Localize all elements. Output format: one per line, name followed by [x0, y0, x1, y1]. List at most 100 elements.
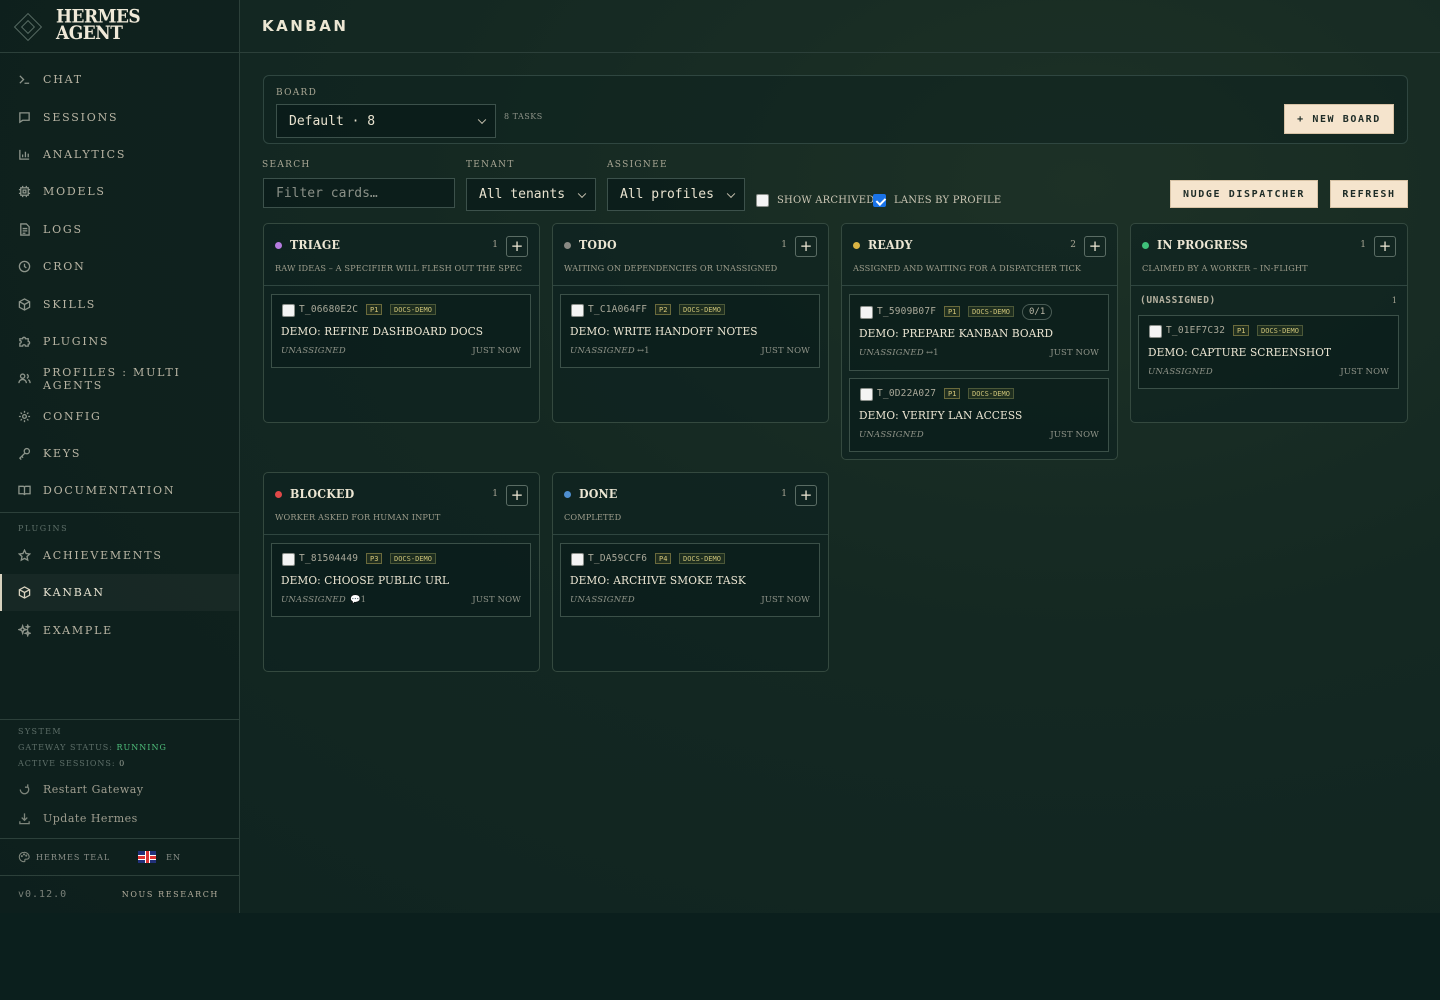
column-title: READY [868, 238, 913, 252]
kanban-card[interactable]: T_DA59CCF6 P4 DOCS-DEMO DEMO: ARCHIVE SM… [560, 543, 820, 617]
active-sessions: ACTIVE SESSIONS: 0 [0, 756, 239, 772]
board-panel: BOARD Default · 8 8 TASKS + NEW BOARD [263, 75, 1408, 144]
nav-kanban[interactable]: KANBAN [0, 574, 239, 612]
kanban-card[interactable]: T_01EF7C32 P1 DOCS-DEMO DEMO: CAPTURE SC… [1138, 315, 1399, 389]
nav-models[interactable]: MODELS [0, 173, 239, 210]
nav-label: ANALYTICS [43, 147, 127, 161]
card-checkbox[interactable] [860, 306, 873, 319]
add-card-button[interactable]: + [506, 236, 528, 257]
column-done: DONE 1 + COMPLETED T_DA59CCF6 P4 DOCS-DE… [552, 472, 829, 672]
add-card-button[interactable]: + [795, 236, 817, 257]
priority-badge: P4 [655, 553, 672, 564]
nav-skills[interactable]: SKILLS [0, 285, 239, 322]
dependency-count: ↔1 [926, 348, 939, 358]
card-time: JUST NOW [1050, 430, 1099, 440]
new-board-button[interactable]: + NEW BOARD [1284, 104, 1394, 134]
nav-label: CONFIG [43, 409, 102, 423]
kanban-card[interactable]: T_06680E2C P1 DOCS-DEMO DEMO: REFINE DAS… [271, 294, 531, 368]
theme-selector[interactable]: HERMES TEAL [36, 853, 110, 862]
add-card-button[interactable]: + [1084, 236, 1106, 257]
update-hermes-label: Update Hermes [43, 812, 138, 825]
gear-icon [18, 410, 31, 423]
priority-badge: P1 [944, 306, 961, 317]
card-checkbox[interactable] [860, 388, 873, 401]
brand[interactable]: HERMES AGENT [0, 0, 239, 53]
nav-label: SKILLS [43, 297, 97, 311]
card-time: JUST NOW [1050, 348, 1099, 358]
card-checkbox[interactable] [571, 553, 584, 566]
show-archived-checkbox[interactable] [756, 194, 769, 207]
nav-analytics[interactable]: ANALYTICS [0, 136, 239, 173]
card-time: JUST NOW [761, 595, 810, 605]
priority-badge: P1 [944, 388, 961, 399]
nav-keys[interactable]: KEYS [0, 435, 239, 472]
tenant-select[interactable]: All tenants [466, 178, 596, 211]
card-title: DEMO: CAPTURE SCREENSHOT [1148, 345, 1332, 359]
tenant-select-value: All tenants [479, 187, 566, 202]
column-title: TRIAGE [290, 238, 341, 252]
restart-gateway-button[interactable]: Restart Gateway [0, 775, 239, 804]
clock-icon [18, 260, 31, 273]
nudge-dispatcher-button[interactable]: NUDGE DISPATCHER [1170, 180, 1318, 208]
assignee-select[interactable]: All profiles [607, 178, 745, 211]
nous-research-link[interactable]: NOUS RESEARCH [122, 890, 219, 899]
nav-config[interactable]: CONFIG [0, 398, 239, 435]
card-title: DEMO: ARCHIVE SMOKE TASK [570, 573, 746, 587]
system-label: SYSTEM [18, 727, 63, 736]
restart-icon [19, 784, 30, 795]
page-header: KANBAN [240, 0, 1440, 53]
lanes-by-profile-toggle[interactable]: LANES BY PROFILE [873, 194, 1001, 207]
board-label: BOARD [276, 88, 318, 98]
profile-lane-label[interactable]: (UNASSIGNED) [1140, 295, 1216, 306]
priority-badge: P3 [366, 553, 383, 564]
nav-chat[interactable]: CHAT [0, 61, 239, 98]
card-checkbox[interactable] [282, 304, 295, 317]
uk-flag-icon[interactable] [138, 851, 157, 863]
add-card-button[interactable]: + [795, 485, 817, 506]
nav-cron[interactable]: CRON [0, 248, 239, 285]
theme-language-row: HERMES TEAL EN [0, 838, 239, 876]
kanban-card[interactable]: T_C1A064FF P2 DOCS-DEMO DEMO: WRITE HAND… [560, 294, 820, 368]
board-select[interactable]: Default · 8 [276, 104, 496, 138]
nav-example[interactable]: EXAMPLE [0, 611, 239, 648]
column-subtitle: WAITING ON DEPENDENCIES OR UNASSIGNED [564, 263, 778, 273]
card-assignee: UNASSIGNED [1148, 367, 1213, 377]
nav-plugins[interactable]: PLUGINS [0, 323, 239, 360]
nav-label: PROFILES : MULTI AGENTS [43, 365, 181, 392]
download-icon [19, 813, 30, 825]
nav-profiles[interactable]: PROFILES : MULTI AGENTS [0, 360, 239, 397]
refresh-button[interactable]: REFRESH [1330, 180, 1408, 208]
language-selector[interactable]: EN [166, 853, 181, 862]
update-hermes-button[interactable]: Update Hermes [0, 804, 239, 833]
show-archived-toggle[interactable]: SHOW ARCHIVED [756, 194, 874, 207]
column-header: DONE 1 + [564, 485, 817, 507]
search-input[interactable] [263, 178, 455, 208]
card-assignee: UNASSIGNED [859, 348, 924, 358]
column-in-progress: IN PROGRESS 1 + CLAIMED BY A WORKER – IN… [1130, 223, 1408, 423]
nav-sessions[interactable]: SESSIONS [0, 98, 239, 135]
column-count: 1 [1360, 240, 1366, 250]
kanban-card[interactable]: T_5909B07F P1 DOCS-DEMO 0/1 DEMO: PREPAR… [849, 294, 1109, 371]
palette-icon[interactable] [18, 851, 30, 863]
subtask-progress: 0/1 [1022, 304, 1053, 320]
column-title: BLOCKED [290, 487, 355, 501]
column-count: 1 [781, 489, 787, 499]
puzzle-icon [18, 335, 31, 348]
add-card-button[interactable]: + [506, 485, 528, 506]
card-checkbox[interactable] [282, 553, 295, 566]
lanes-by-profile-label: LANES BY PROFILE [894, 195, 1002, 206]
gateway-status: GATEWAY STATUS: RUNNING [0, 740, 239, 756]
kanban-card[interactable]: T_81504449 P3 DOCS-DEMO DEMO: CHOOSE PUB… [271, 543, 531, 617]
card-checkbox[interactable] [571, 304, 584, 317]
version-row: v0.12.0 NOUS RESEARCH [0, 876, 239, 913]
add-card-button[interactable]: + [1374, 236, 1396, 257]
card-checkbox[interactable] [1149, 325, 1162, 338]
kanban-card[interactable]: T_0D22A027 P1 DOCS-DEMO DEMO: VERIFY LAN… [849, 378, 1109, 452]
status-dot [564, 242, 571, 249]
star-icon [18, 548, 31, 562]
nav-logs[interactable]: LOGS [0, 211, 239, 248]
lanes-by-profile-checkbox[interactable] [873, 194, 886, 207]
nav-achievements[interactable]: ACHIEVEMENTS [0, 537, 239, 574]
column-title: DONE [579, 487, 618, 501]
nav-documentation[interactable]: DOCUMENTATION [0, 472, 239, 509]
